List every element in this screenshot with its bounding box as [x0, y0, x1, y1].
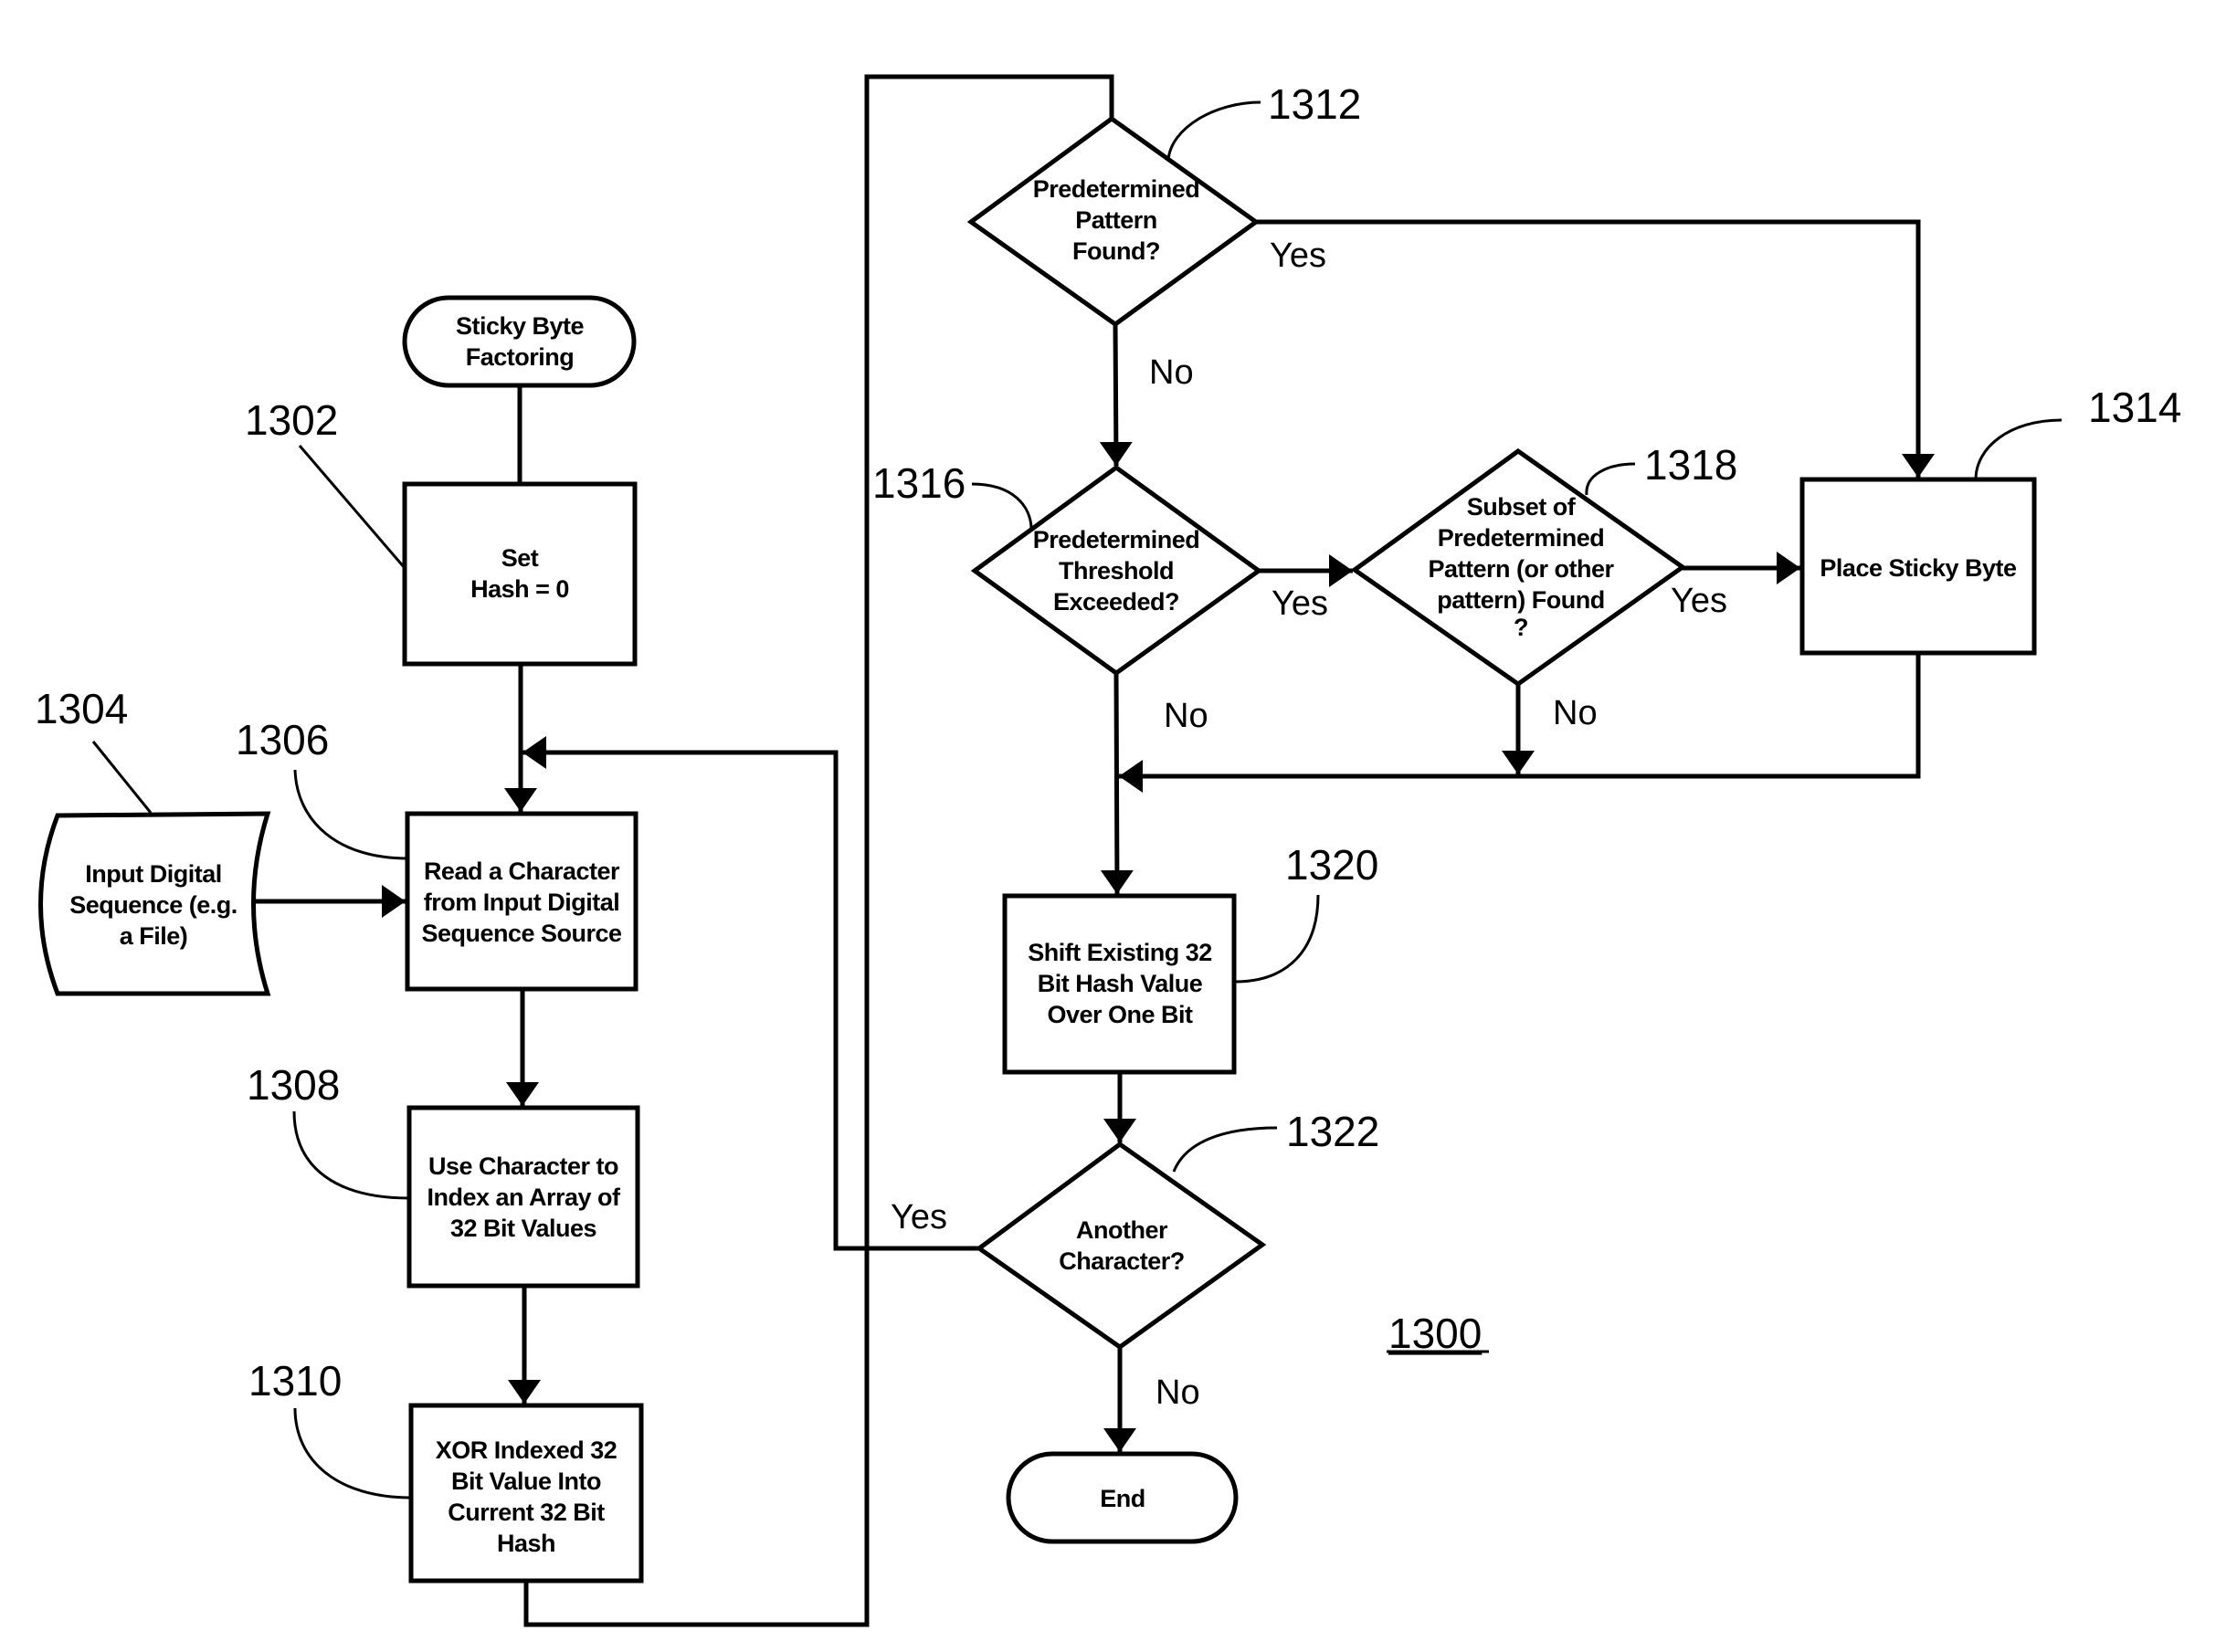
pattern-found-line-1: Predetermined: [1033, 175, 1200, 203]
ref-1320-label: 1320: [1285, 841, 1378, 889]
process-xor-hash: XOR Indexed 32 Bit Value Into Current 32…: [408, 1403, 644, 1584]
connector-1312-yes-to-1314: [1256, 219, 1935, 478]
input-line-3: a File): [120, 922, 188, 950]
decision-subset-found: Subset of Predetermined Pattern (or othe…: [1350, 447, 1687, 688]
ref-1318: 1318: [1585, 441, 1737, 496]
index-line-1: Use Character to: [428, 1152, 618, 1180]
set-hash-line-2: Hash = 0: [470, 575, 569, 603]
process-shift-hash: Shift Existing 32 Bit Hash Value Over On…: [1002, 893, 1237, 1075]
read-char-line-3: Sequence Source: [421, 920, 622, 947]
xor-line-4: Hash: [497, 1530, 555, 1557]
start-line-1: Sticky Byte: [456, 312, 585, 340]
xor-line-3: Current 32 Bit: [448, 1499, 605, 1526]
ref-1316: 1316: [872, 459, 1033, 529]
ref-1310-label: 1310: [248, 1357, 342, 1405]
index-line-3: 32 Bit Values: [450, 1215, 596, 1242]
another-char-line-1: Another: [1076, 1216, 1168, 1244]
ref-1302: 1302: [245, 396, 406, 569]
start-terminal: Sticky Byte Factoring: [402, 295, 637, 388]
branch-1322-no: No: [1155, 1373, 1200, 1412]
ref-1316-label: 1316: [872, 459, 966, 507]
ref-1308: 1308: [247, 1061, 410, 1200]
place-sticky-byte-label: Place Sticky Byte: [1820, 554, 2017, 582]
ref-1314-label: 1314: [2088, 384, 2181, 431]
end-terminal: End: [1006, 1451, 1239, 1544]
process-place-sticky-byte: Place Sticky Byte: [1799, 477, 2037, 656]
branch-1316-yes: Yes: [1272, 584, 1328, 623]
branch-1312-no: No: [1149, 353, 1194, 392]
process-index-array: Use Character to Index an Array of 32 Bi…: [406, 1105, 640, 1289]
ref-1306-label: 1306: [236, 716, 329, 763]
connector-1312-no-to-1316: [1099, 321, 1133, 467]
process-read-character: Read a Character from Input Digital Sequ…: [405, 811, 638, 992]
process-set-hash: Set Hash = 0: [402, 481, 638, 667]
pattern-found-line-3: Found?: [1072, 237, 1160, 265]
figure-number: 1300: [1388, 1310, 1482, 1357]
ref-1304-label: 1304: [35, 685, 128, 732]
branch-1318-yes: Yes: [1671, 582, 1727, 620]
input-line-2: Sequence (e.g.: [69, 891, 237, 919]
ref-1304: 1304: [35, 685, 153, 814]
shift-line-1: Shift Existing 32: [1028, 939, 1212, 966]
branch-1312-yes: Yes: [1270, 237, 1326, 275]
ref-1322-label: 1322: [1286, 1108, 1379, 1155]
subset-line-1: Subset of: [1467, 493, 1577, 521]
ref-1302-label: 1302: [245, 396, 338, 444]
ref-1322: 1322: [1172, 1108, 1379, 1173]
decision-another-character: Another Character?: [975, 1141, 1267, 1351]
read-char-line-1: Read a Character: [424, 858, 620, 885]
data-input-sequence: Input Digital Sequence (e.g. a File): [38, 811, 271, 996]
index-line-2: Index an Array of: [427, 1184, 621, 1211]
subset-line-2: Predetermined: [1438, 524, 1605, 552]
ref-1310: 1310: [248, 1357, 412, 1499]
subset-line-3: Pattern (or other: [1428, 555, 1614, 583]
ref-1312: 1312: [1166, 80, 1361, 161]
xor-line-2: Bit Value Into: [451, 1468, 601, 1495]
subset-line-4: pattern) Found: [1437, 586, 1604, 614]
ref-1320: 1320: [1234, 841, 1378, 984]
xor-line-1: XOR Indexed 32: [436, 1436, 617, 1464]
branch-1318-no: No: [1553, 694, 1598, 732]
read-char-line-2: from Input Digital: [424, 889, 619, 916]
connector-1316-no-to-1320: [1100, 672, 1134, 895]
end-label: End: [1100, 1485, 1145, 1512]
ref-1318-label: 1318: [1644, 441, 1737, 489]
input-line-1: Input Digital: [85, 860, 221, 888]
threshold-line-2: Threshold: [1059, 557, 1174, 584]
shift-line-2: Bit Hash Value: [1038, 970, 1203, 997]
branch-1322-yes: Yes: [891, 1198, 947, 1236]
ref-1308-label: 1308: [247, 1061, 340, 1109]
subset-line-5: ?: [1514, 614, 1528, 641]
flowchart-1300: Sticky Byte Factoring Set Hash = 0 Input…: [35, 74, 2181, 1627]
shift-line-3: Over One Bit: [1047, 1001, 1193, 1028]
start-line-2: Factoring: [466, 343, 575, 371]
ref-1314: 1314: [1974, 384, 2181, 480]
another-char-line-2: Character?: [1059, 1247, 1185, 1275]
pattern-found-line-2: Pattern: [1075, 206, 1157, 234]
decision-pattern-found: Predetermined Pattern Found?: [966, 115, 1261, 328]
threshold-line-3: Exceeded?: [1053, 588, 1179, 616]
branch-1316-no: No: [1164, 697, 1208, 735]
set-hash-line-1: Set: [501, 544, 539, 572]
threshold-line-1: Predetermined: [1033, 526, 1200, 553]
ref-1312-label: 1312: [1268, 80, 1361, 128]
